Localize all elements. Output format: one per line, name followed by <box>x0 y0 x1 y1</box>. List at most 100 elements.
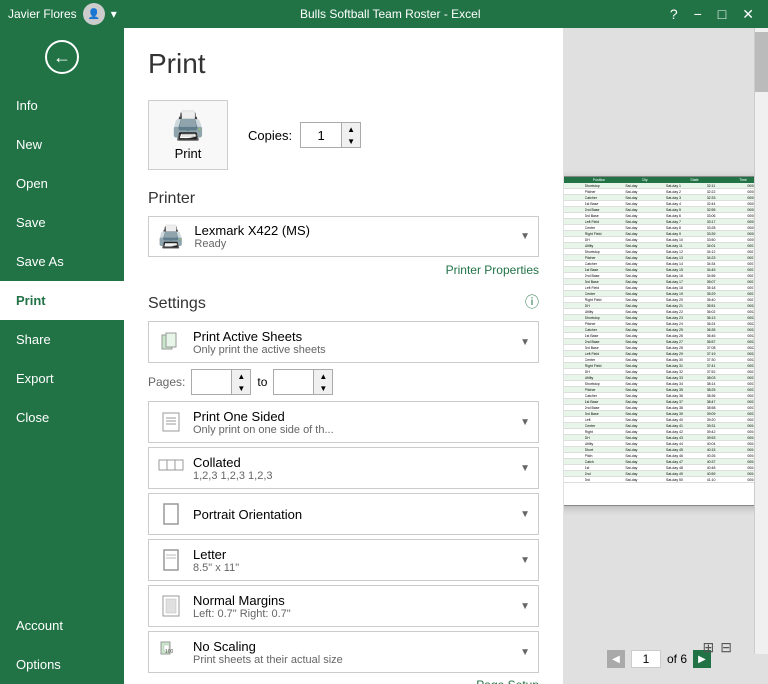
ss-cell: 34:34 <box>707 262 748 266</box>
ss-cell: Sat-day 7 <box>666 220 707 224</box>
ss-cell: 35:40 <box>707 298 748 302</box>
ss-cell: Sat-day 25 <box>666 328 707 332</box>
sidebar-item-share[interactable]: Share <box>0 320 124 359</box>
pages-from-decrement[interactable]: ▼ <box>232 382 250 394</box>
sidebar-item-open[interactable]: Open <box>0 164 124 203</box>
copies-row: Copies: ▲ ▼ <box>248 122 361 148</box>
preview-sheet: Name Position City State Time BurnsShort… <box>564 176 768 506</box>
fit-page-icon[interactable]: ⊞ <box>703 639 715 656</box>
sidebar-item-save[interactable]: Save <box>0 203 124 242</box>
zoom-icon[interactable]: ⊟ <box>720 639 732 656</box>
printer-name: Lexmark X422 (MS) <box>194 223 520 238</box>
ss-cell: Utility <box>585 310 626 314</box>
ss-cell: Sat-day <box>625 358 666 362</box>
printer-selector[interactable]: 🖨️ Lexmark X422 (MS) Ready ▼ <box>148 216 539 257</box>
ss-cell: Sat-day <box>625 340 666 344</box>
setting-one-sided[interactable]: Print One Sided Only print on one side o… <box>148 401 539 443</box>
sidebar-item-save-as[interactable]: Save As <box>0 242 124 281</box>
back-button[interactable]: ← <box>0 28 124 86</box>
ss-cell: Sat-day <box>625 424 666 428</box>
ss-cell: Sat-day <box>625 388 666 392</box>
setting-active-sheets[interactable]: Print Active Sheets Only print the activ… <box>148 321 539 363</box>
ss-cell: Sat-day <box>625 316 666 320</box>
collated-arrow: ▼ <box>520 463 530 474</box>
pages-to-decrement[interactable]: ▼ <box>314 382 332 394</box>
ss-cell: 38:47 <box>707 400 748 404</box>
print-button[interactable]: 🖨️ Print <box>148 100 228 170</box>
sidebar-item-new[interactable]: New <box>0 125 124 164</box>
ss-cell: Sat-day <box>625 412 666 416</box>
ss-cell: Sat-day 6 <box>666 214 707 218</box>
ss-cell: Sat-day <box>625 364 666 368</box>
ss-cell: 36:02 <box>707 310 748 314</box>
printer-properties-link[interactable]: Printer Properties <box>446 263 539 277</box>
setting-margins[interactable]: Normal Margins Left: 0.7" Right: 0.7" ▼ <box>148 585 539 627</box>
copies-decrement[interactable]: ▼ <box>342 135 360 147</box>
paper-icon <box>157 546 185 574</box>
ss-cell: 37:19 <box>707 352 748 356</box>
scrollbar-thumb[interactable] <box>755 32 768 92</box>
ss-cell: Sat-day <box>625 454 666 458</box>
ss-cell: 3rd Base <box>585 346 626 350</box>
copies-increment[interactable]: ▲ <box>342 123 360 135</box>
pages-from-spinner: ▲ ▼ <box>231 370 250 394</box>
ss-cell: 38:14 <box>707 382 748 386</box>
ss-cell: Sat-day <box>625 430 666 434</box>
help-button[interactable]: ? <box>664 6 684 23</box>
copies-label: Copies: <box>248 128 292 143</box>
ss-cell: Burns <box>564 196 585 200</box>
ss-cell: Harris <box>564 340 585 344</box>
pages-to-increment[interactable]: ▲ <box>314 370 332 382</box>
setting-orientation[interactable]: Portrait Orientation ▼ <box>148 493 539 535</box>
page-setup-link[interactable]: Page Setup <box>476 678 539 684</box>
preview-scrollbar-vertical[interactable] <box>754 28 768 654</box>
setting-collated[interactable]: Collated 1,2,3 1,2,3 1,2,3 ▼ <box>148 447 539 489</box>
ss-cell: Catcher <box>585 394 626 398</box>
settings-info-icon[interactable]: ⓘ <box>525 292 539 312</box>
sidebar-item-export[interactable]: Export <box>0 359 124 398</box>
ss-cell: Harris <box>564 328 585 332</box>
sidebar-item-print[interactable]: Print <box>0 281 124 320</box>
ss-cell: Sat-day <box>625 304 666 308</box>
printer-device-icon: 🖨️ <box>157 224 184 250</box>
setting-paper[interactable]: Letter 8.5" x 11" ▼ <box>148 539 539 581</box>
ss-cell: Sat-day 13 <box>666 256 707 260</box>
ss-cell: Catcher <box>585 196 626 200</box>
ss-cell: Sat-day 9 <box>666 232 707 236</box>
ss-cell: Catcher <box>585 328 626 332</box>
print-button-label: Print <box>175 146 202 161</box>
setting-scaling[interactable]: 100 No Scaling Print sheets at their act… <box>148 631 539 673</box>
pages-to-input[interactable] <box>274 370 313 394</box>
pages-from-input[interactable] <box>192 370 231 394</box>
ss-cell: 38:03 <box>707 376 748 380</box>
sidebar-item-close[interactable]: Close <box>0 398 124 437</box>
close-button[interactable]: ✕ <box>736 6 760 23</box>
ss-cell: 33:39 <box>707 232 748 236</box>
ss-cell: Sat-day <box>625 310 666 314</box>
ss-cell: Center <box>585 424 626 428</box>
user-info: Javier Flores 👤 ▾ <box>8 3 117 25</box>
ss-cell: Sat-day 4 <box>666 202 707 206</box>
ss-cell: DH <box>585 238 626 242</box>
ss-cell: Sat-day 14 <box>666 262 707 266</box>
print-button-row: 🖨️ Print Copies: ▲ ▼ <box>148 100 539 170</box>
current-page-input[interactable] <box>631 650 661 668</box>
copies-input[interactable] <box>301 123 341 147</box>
sidebar-item-options[interactable]: Options <box>0 645 124 684</box>
ss-cell: Sat-day 18 <box>666 286 707 290</box>
sidebar-item-info[interactable]: Info <box>0 86 124 125</box>
ss-cell: Sat-day 10 <box>666 238 707 242</box>
scaling-sub: Print sheets at their actual size <box>193 654 520 666</box>
copies-spinner: ▲ ▼ <box>341 123 360 147</box>
ss-cell: 37:52 <box>707 370 748 374</box>
restore-button[interactable]: □ <box>712 6 732 23</box>
minimize-button[interactable]: − <box>688 6 708 23</box>
orientation-text: Portrait Orientation <box>193 507 520 522</box>
prev-page-button[interactable]: ◀ <box>607 650 625 668</box>
pages-from-increment[interactable]: ▲ <box>232 370 250 382</box>
sidebar-item-account[interactable]: Account <box>0 606 124 645</box>
ss-cell: Davis <box>564 256 585 260</box>
ss-cell: Sat-day 43 <box>666 436 707 440</box>
ss-cell: Kumar <box>564 376 585 380</box>
ss-cell: 40:15 <box>707 448 748 452</box>
